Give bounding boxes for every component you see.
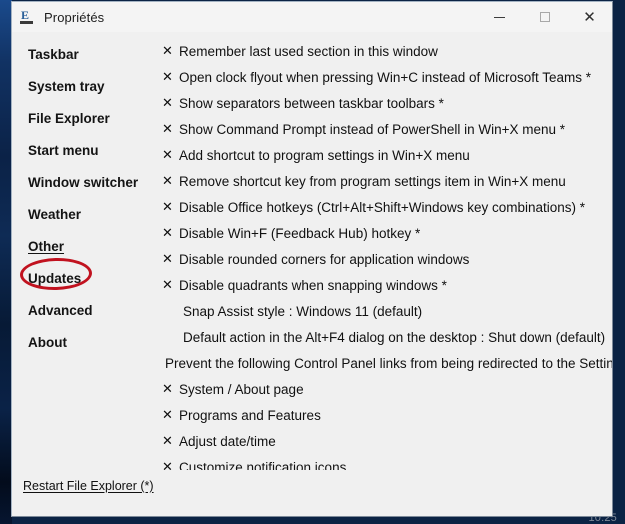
option-row-show-separators[interactable]: ✕ Show separators between taskbar toolba… — [158, 90, 612, 116]
app-icon-letter: E — [21, 8, 30, 22]
option-row-disable-quadrants[interactable]: ✕ Disable quadrants when snapping window… — [158, 272, 612, 298]
checkbox-x-icon[interactable]: ✕ — [158, 96, 178, 111]
explorer-patcher-icon: E — [20, 8, 36, 25]
option-label: Adjust date/time — [179, 433, 276, 449]
option-label: Default action in the Alt+F4 dialog on t… — [183, 329, 606, 345]
sidebar-item-taskbar[interactable]: Taskbar — [12, 38, 158, 70]
option-label: Disable Win+F (Feedback Hub) hotkey * — [179, 225, 421, 241]
checkbox-x-icon[interactable]: ✕ — [158, 122, 178, 137]
sidebar-item-label: Advanced — [28, 302, 93, 318]
option-label: Add shortcut to program settings in Win+… — [179, 147, 470, 163]
sidebar-item-other[interactable]: Other — [12, 230, 158, 262]
maximize-button[interactable] — [522, 2, 567, 32]
checkbox-x-icon[interactable]: ✕ — [158, 70, 178, 85]
checkbox-x-icon[interactable]: ✕ — [158, 226, 178, 241]
option-label: Programs and Features — [179, 407, 321, 423]
checkbox-x-icon[interactable]: ✕ — [158, 148, 178, 163]
window-footer: Restart File Explorer (*) — [12, 470, 612, 516]
sidebar-item-label: File Explorer — [28, 110, 110, 126]
checkbox-x-icon[interactable]: ✕ — [158, 278, 178, 293]
sidebar-item-start-menu[interactable]: Start menu — [12, 134, 158, 166]
sidebar-item-updates[interactable]: Updates — [12, 262, 158, 294]
sidebar-item-label: System tray — [28, 78, 105, 94]
option-row-system-about-page[interactable]: ✕ System / About page — [158, 376, 612, 402]
option-row-remember-last-section[interactable]: ✕ Remember last used section in this win… — [158, 38, 612, 64]
restart-file-explorer-link[interactable]: Restart File Explorer (*) — [23, 479, 154, 493]
option-label: Disable quadrants when snapping windows … — [179, 277, 447, 293]
section-note-label: Prevent the following Control Panel link… — [165, 355, 613, 371]
window-body: Taskbar System tray File Explorer Start … — [12, 32, 612, 475]
window-title: Propriétés — [44, 9, 105, 25]
sidebar-item-label: Other — [28, 238, 65, 254]
option-row-disable-rounded-corners[interactable]: ✕ Disable rounded corners for applicatio… — [158, 246, 612, 272]
sidebar-item-system-tray[interactable]: System tray — [12, 70, 158, 102]
sidebar-item-label: Weather — [28, 206, 82, 222]
sidebar-item-weather[interactable]: Weather — [12, 198, 158, 230]
options-list: ✕ Remember last used section in this win… — [158, 32, 612, 475]
checkbox-x-icon[interactable]: ✕ — [158, 434, 178, 449]
minimize-button[interactable] — [477, 2, 522, 32]
sidebar-item-label: Taskbar — [28, 46, 79, 62]
option-label: Remember last used section in this windo… — [179, 43, 438, 59]
option-row-disable-office-hotkeys[interactable]: ✕ Disable Office hotkeys (Ctrl+Alt+Shift… — [158, 194, 612, 220]
option-row-remove-shortcut-key[interactable]: ✕ Remove shortcut key from program setti… — [158, 168, 612, 194]
checkbox-x-icon[interactable]: ✕ — [158, 382, 178, 397]
sidebar-item-window-switcher[interactable]: Window switcher — [12, 166, 158, 198]
sidebar-item-label: Start menu — [28, 142, 99, 158]
option-label: Show Command Prompt instead of PowerShel… — [179, 121, 566, 137]
option-row-open-clock-flyout[interactable]: ✕ Open clock flyout when pressing Win+C … — [158, 64, 612, 90]
properties-window: E Propriétés ✕ Taskbar System tray File … — [11, 1, 613, 517]
option-row-add-shortcut-program-settings[interactable]: ✕ Add shortcut to program settings in Wi… — [158, 142, 612, 168]
option-label: System / About page — [179, 381, 304, 397]
sidebar-nav: Taskbar System tray File Explorer Start … — [12, 32, 158, 470]
option-label: Snap Assist style : Windows 11 (default) — [183, 303, 423, 319]
option-label: Disable Office hotkeys (Ctrl+Alt+Shift+W… — [179, 199, 586, 215]
option-row-programs-and-features[interactable]: ✕ Programs and Features — [158, 402, 612, 428]
checkbox-x-icon[interactable]: ✕ — [158, 252, 178, 267]
control-panel-section-note: Prevent the following Control Panel link… — [158, 350, 612, 376]
option-row-default-alt-f4-action[interactable]: Default action in the Alt+F4 dialog on t… — [158, 324, 612, 350]
close-button[interactable]: ✕ — [567, 2, 612, 32]
sidebar-item-file-explorer[interactable]: File Explorer — [12, 102, 158, 134]
option-label: Disable rounded corners for application … — [179, 251, 470, 267]
option-row-adjust-date-time[interactable]: ✕ Adjust date/time — [158, 428, 612, 454]
app-icon-bar — [20, 21, 33, 24]
sidebar-item-label: About — [28, 334, 67, 350]
sidebar-item-label: Window switcher — [28, 174, 139, 190]
option-row-snap-assist-style[interactable]: Snap Assist style : Windows 11 (default) — [158, 298, 612, 324]
window-controls: ✕ — [477, 2, 612, 32]
checkbox-x-icon[interactable]: ✕ — [158, 44, 178, 59]
checkbox-x-icon[interactable]: ✕ — [158, 408, 178, 423]
title-bar[interactable]: E Propriétés ✕ — [12, 2, 612, 32]
option-label: Open clock flyout when pressing Win+C in… — [179, 69, 592, 85]
option-row-disable-win-f[interactable]: ✕ Disable Win+F (Feedback Hub) hotkey * — [158, 220, 612, 246]
option-label: Remove shortcut key from program setting… — [179, 173, 566, 189]
option-row-show-command-prompt[interactable]: ✕ Show Command Prompt instead of PowerSh… — [158, 116, 612, 142]
sidebar-item-about[interactable]: About — [12, 326, 158, 358]
checkbox-x-icon[interactable]: ✕ — [158, 200, 178, 215]
sidebar-item-label: Updates — [28, 270, 82, 286]
option-label: Show separators between taskbar toolbars… — [179, 95, 444, 111]
sidebar-item-advanced[interactable]: Advanced — [12, 294, 158, 326]
checkbox-x-icon[interactable]: ✕ — [158, 174, 178, 189]
